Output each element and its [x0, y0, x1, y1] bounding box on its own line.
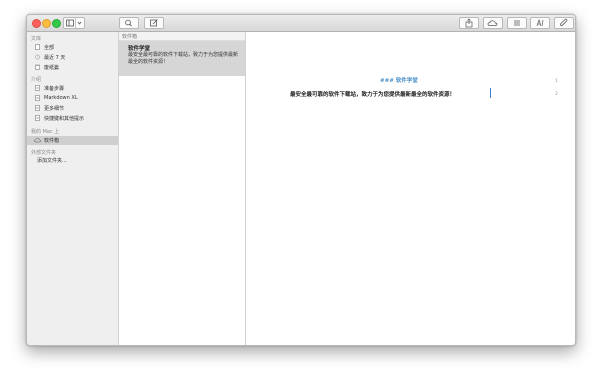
intro-section-title: 介绍	[31, 77, 42, 83]
sidebar-item-label: 全部	[44, 45, 55, 51]
sidebar-item-all[interactable]: 全部	[27, 43, 118, 52]
list-view-button[interactable]	[507, 17, 527, 29]
line-number: 1	[555, 79, 558, 84]
editor-body-line[interactable]: 最安全最可靠的软件下载站，致力于为您提供最新最全的软件资源！	[290, 90, 455, 98]
sidebar-item-recent[interactable]: 最近 7 天	[27, 53, 118, 62]
sidebar-item-shortcuts[interactable]: 快捷键和其他提示	[27, 114, 118, 123]
zoom-button[interactable]	[52, 19, 61, 28]
note-list-header: 软件箱	[119, 32, 245, 41]
attach-button[interactable]	[554, 17, 574, 29]
note-preview: 最安全最可靠的软件下载站，致力于为您提供最新最全的软件资源！	[128, 52, 239, 65]
note-list: 软件箱 软件学堂 最安全最可靠的软件下载站，致力于为您提供最新最全的软件资源！	[119, 32, 246, 345]
search-icon	[125, 19, 132, 27]
line-number: 2	[555, 92, 558, 97]
external-section-title: 外部文件夹	[31, 150, 57, 156]
trash-icon	[35, 64, 40, 70]
search-button[interactable]	[119, 17, 139, 29]
text-cursor	[490, 88, 491, 98]
toolbar	[27, 15, 575, 32]
sidebar-item-setup[interactable]: 准备步骤	[27, 84, 118, 93]
editor[interactable]: ### 软件学堂 最安全最可靠的软件下载站，致力于为您提供最新最全的软件资源！ …	[246, 32, 575, 345]
document-icon	[35, 85, 40, 91]
typography-button[interactable]	[530, 17, 550, 29]
icloud-button[interactable]	[483, 17, 503, 29]
sidebar: 文库 全部 最近 7 天 废纸篓 介绍 准备步骤 Markdown XL 更多细…	[27, 32, 119, 345]
sidebar-item-trash[interactable]: 废纸篓	[27, 63, 118, 72]
cloud-icon	[34, 137, 41, 143]
share-button[interactable]	[459, 17, 479, 29]
document-icon	[35, 105, 40, 111]
minimize-button[interactable]	[42, 19, 51, 28]
add-folder-label: 添加文件夹...	[37, 158, 67, 164]
library-section-title: 文库	[31, 36, 42, 42]
document-icon	[35, 95, 40, 101]
list-item[interactable]: 软件学堂 最安全最可靠的软件下载站，致力于为您提供最新最全的软件资源！	[119, 41, 245, 76]
sidebar-toggle-icon	[66, 19, 82, 27]
editor-heading-line[interactable]: ### 软件学堂	[380, 76, 418, 84]
sidebar-item-label: 软件箱	[44, 138, 60, 144]
note-list-title: 软件箱	[122, 34, 138, 40]
list-icon	[514, 20, 520, 26]
add-folder-button[interactable]: 添加文件夹...	[27, 156, 118, 165]
compose-icon	[150, 19, 158, 27]
sidebar-toggle-button[interactable]	[63, 17, 85, 29]
font-icon	[536, 18, 544, 27]
compose-button[interactable]	[144, 17, 164, 29]
sidebar-item-label: 准备步骤	[44, 86, 65, 92]
sidebar-item-label: 最近 7 天	[44, 55, 66, 61]
sidebar-item-label: 更多细节	[44, 106, 65, 112]
sidebar-item-label: Markdown XL	[44, 95, 78, 101]
sidebar-item-markdown[interactable]: Markdown XL	[27, 94, 118, 103]
close-button[interactable]	[32, 19, 41, 28]
app-window: 文库 全部 最近 7 天 废纸篓 介绍 准备步骤 Markdown XL 更多细…	[26, 14, 576, 346]
cloud-icon	[487, 20, 498, 26]
share-icon	[465, 18, 473, 28]
note-title: 软件学堂	[128, 46, 151, 52]
clock-icon	[35, 54, 40, 60]
document-icon	[35, 44, 40, 50]
sidebar-item-software-box[interactable]: 软件箱	[27, 136, 118, 145]
sidebar-item-label: 快捷键和其他提示	[44, 116, 85, 122]
document-icon	[35, 115, 40, 121]
sidebar-item-details[interactable]: 更多细节	[27, 104, 118, 113]
sidebar-item-label: 废纸篓	[44, 65, 60, 71]
paperclip-icon	[560, 18, 568, 26]
mac-section-title: 我的 Mac 上	[31, 129, 60, 135]
